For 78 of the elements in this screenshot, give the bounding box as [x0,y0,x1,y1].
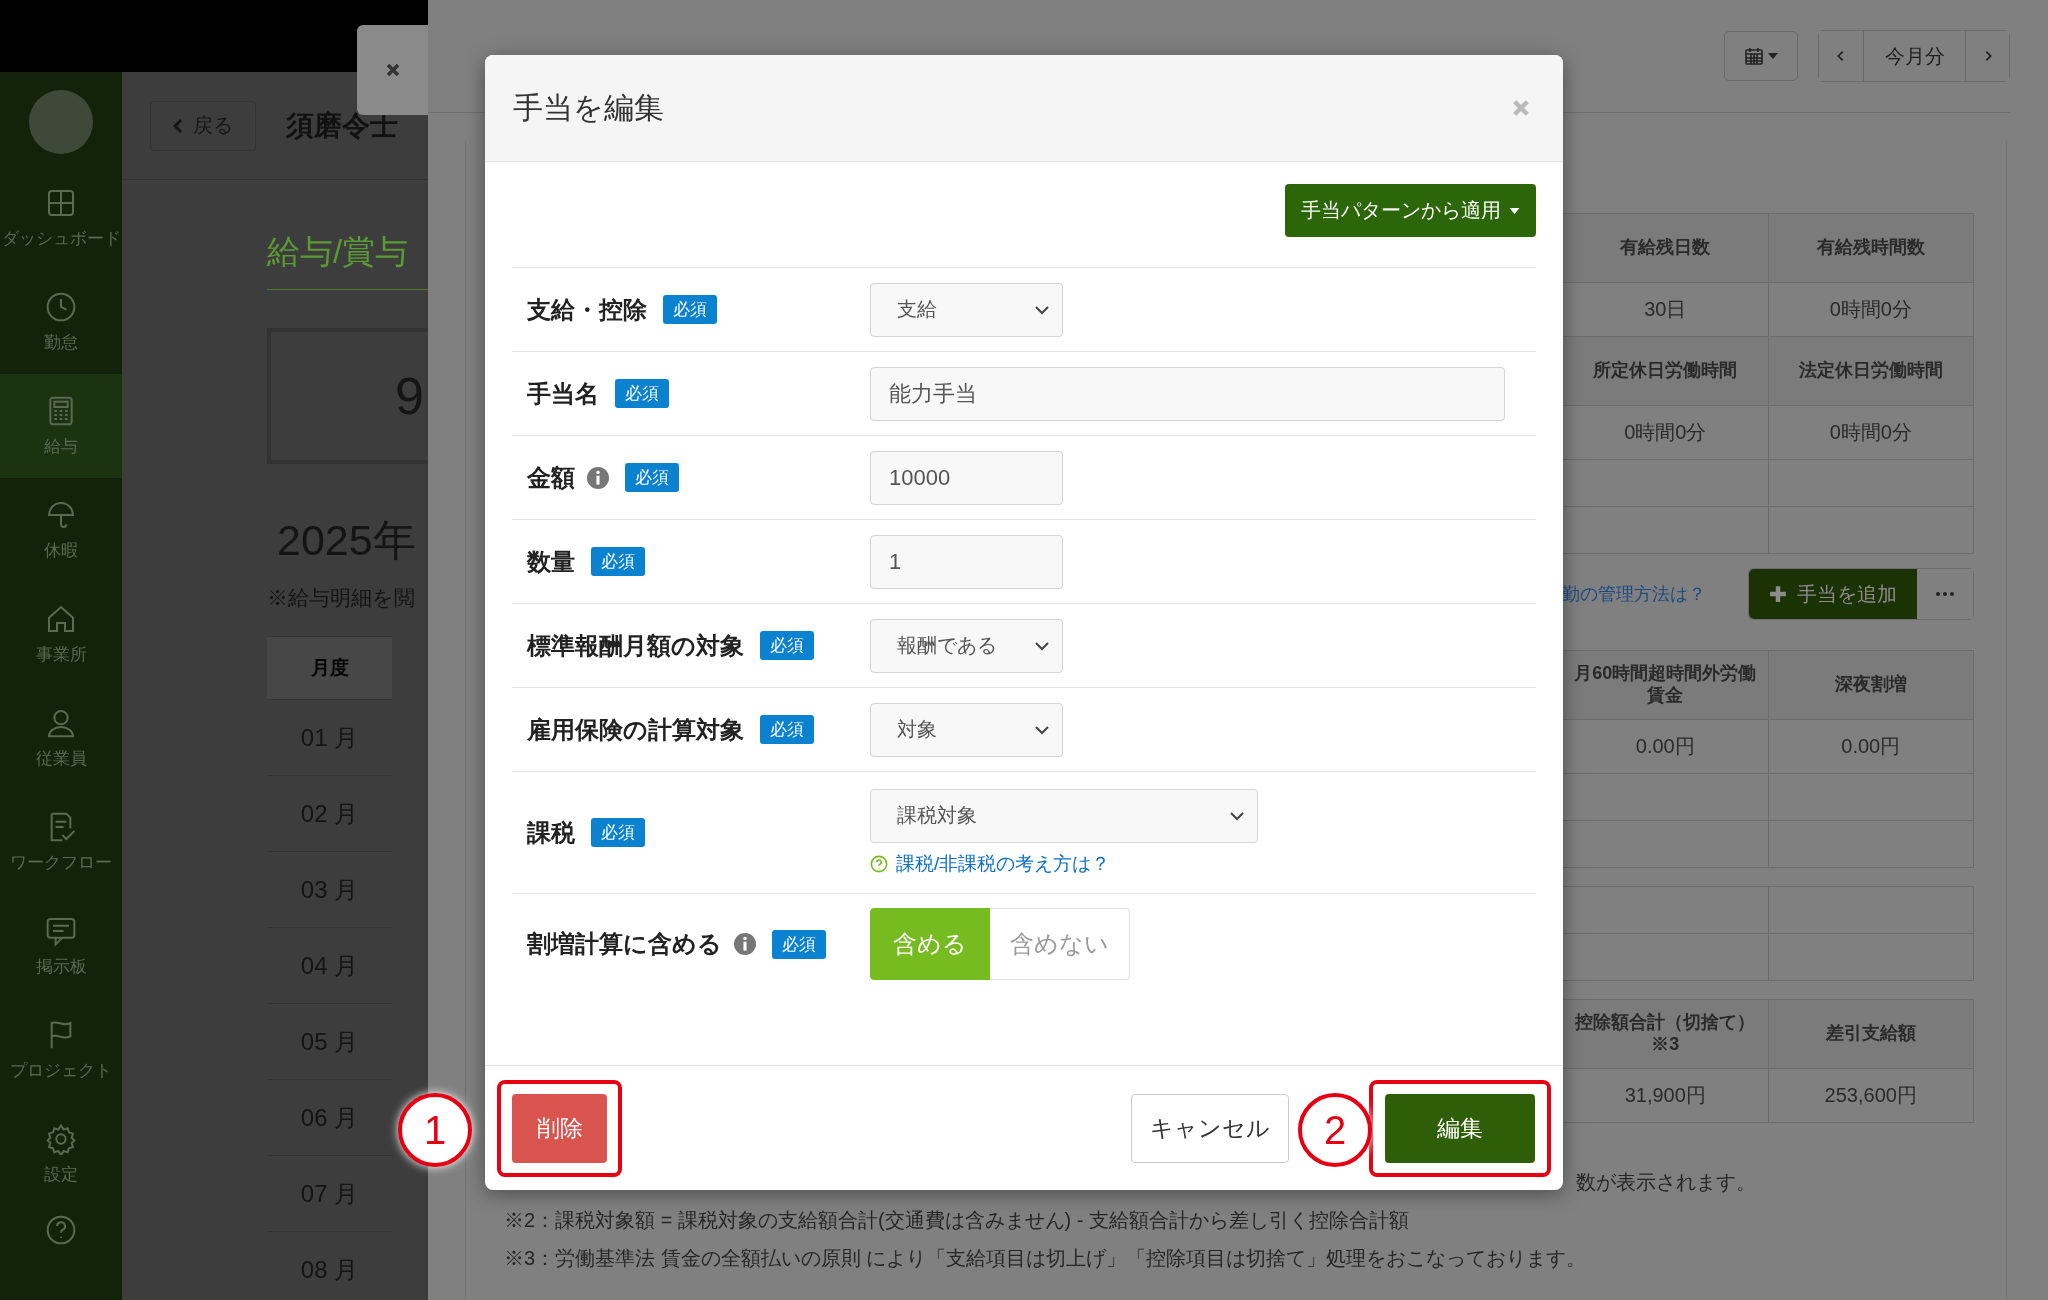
more-icon[interactable] [1936,592,1954,596]
input-field[interactable]: 10000 [870,450,1063,505]
annotation-number: 1 [398,1093,472,1167]
help-icon [870,854,888,873]
table-header: 所定休日労働時間 [1563,337,1769,406]
toggle-option[interactable]: 含める [870,908,990,980]
field-label: 課税 [527,817,575,848]
required-badge: 必須 [591,547,645,576]
required-badge: 必須 [760,715,814,744]
calendar-dropdown-button[interactable] [1724,31,1798,81]
apply-pattern-button[interactable]: 手当パターンから適用 [1285,184,1536,237]
field-label: 手当名 [527,378,599,409]
plus-icon[interactable] [1769,585,1787,603]
select-field[interactable]: 課税対象 [870,788,1258,843]
close-icon[interactable] [1511,98,1531,118]
toggle-option[interactable]: 含めない [990,908,1130,980]
sidebar-item[interactable]: 設定 [0,1102,122,1206]
dialog-title: 手当を編集 [513,89,664,126]
close-icon[interactable] [384,62,401,78]
select-field[interactable]: 対象 [870,702,1063,757]
chevron-down-icon[interactable] [1229,810,1245,821]
sidebar-item[interactable]: ワークフロー [0,790,122,894]
required-badge: 必須 [663,295,717,324]
sidebar-item[interactable]: 掲示板 [0,894,122,998]
help-link[interactable]: 課税/非課税の考え方は？ [896,850,1111,877]
footnote: 数が表示されます。 [1576,1170,1757,1195]
footnote: ※3：労働基準法 賃金の全額払いの原則 により「支給項目は切上げ」「控除項目は切捨て」処理をおこなっております。 [504,1246,1588,1271]
info-icon[interactable] [587,466,609,489]
question-icon[interactable] [45,1214,77,1246]
field-label: 数量 [527,546,575,577]
calendar-icon[interactable] [1744,46,1764,66]
table-header: 控除額合計（切捨て）※3 [1563,1000,1769,1069]
field-label: 支給・控除 [527,294,647,325]
required-badge: 必須 [625,463,679,492]
sidebar-item[interactable]: 休暇 [0,478,122,582]
chevron-down-icon[interactable] [1034,304,1050,315]
help-link[interactable]: 勤の管理方法は？ [1562,582,1706,606]
delete-button[interactable]: 削除 [512,1093,607,1163]
info-icon[interactable] [734,933,756,955]
input-field[interactable]: 1 [870,534,1063,589]
footnote: ※2：課税対象額 = 課税対象の支給額合計(交通費は含みません) - 支給額合計から差し引く控除合計額 [504,1208,1410,1233]
sidebar-item[interactable]: 勤怠 [0,270,122,374]
select-field[interactable]: 報酬である [870,618,1063,673]
chevron-down-icon[interactable] [1034,640,1050,651]
cancel-button[interactable]: キャンセル [1131,1093,1289,1163]
input-field[interactable]: 能力手当 [870,366,1505,421]
field-label: 雇用保険の計算対象 [527,714,744,745]
sidebar-item[interactable]: プロジェクト [0,998,122,1102]
table-header: 有給残時間数 [1768,214,1974,283]
table-header: 深夜割増 [1768,651,1974,720]
clock-icon[interactable] [45,290,77,323]
field-label: 標準報酬月額の対象 [527,630,744,661]
required-badge: 必須 [760,631,814,660]
chevron-down-icon[interactable] [1034,724,1050,735]
table-header: 差引支給額 [1768,1000,1974,1069]
field-label: 金額 [527,462,575,493]
sidebar-item[interactable]: 給与 [0,374,122,478]
table-cell: 0時間0分 [1768,406,1974,460]
chevron-left-icon[interactable] [1836,49,1846,63]
gear-icon[interactable] [45,1122,77,1155]
sidebar-item[interactable]: 事業所 [0,582,122,686]
field-label: 割増計算に含める [527,929,722,959]
required-badge: 必須 [615,379,669,408]
table-header: 月60時間超時間外労働賃金 [1563,651,1769,720]
add-allowance-button[interactable]: 手当を追加 [1749,569,1917,619]
sidebar-item[interactable]: 従業員 [0,686,122,790]
edit-button[interactable]: 編集 [1385,1093,1535,1163]
table-cell: 0.00円 [1768,720,1974,774]
table-header: 月度 [267,636,392,699]
table-header: 法定休日労働時間 [1768,337,1974,406]
select-field[interactable]: 支給 [870,282,1063,337]
required-badge: 必須 [772,929,826,959]
table-cell: 253,600円 [1768,1069,1974,1123]
required-badge: 必須 [591,818,645,847]
caret-icon[interactable] [1768,53,1778,59]
sidebar-item[interactable]: ダッシュボード [0,166,122,270]
caret-icon[interactable] [1509,207,1520,214]
table-header: 有給残日数 [1563,214,1769,283]
